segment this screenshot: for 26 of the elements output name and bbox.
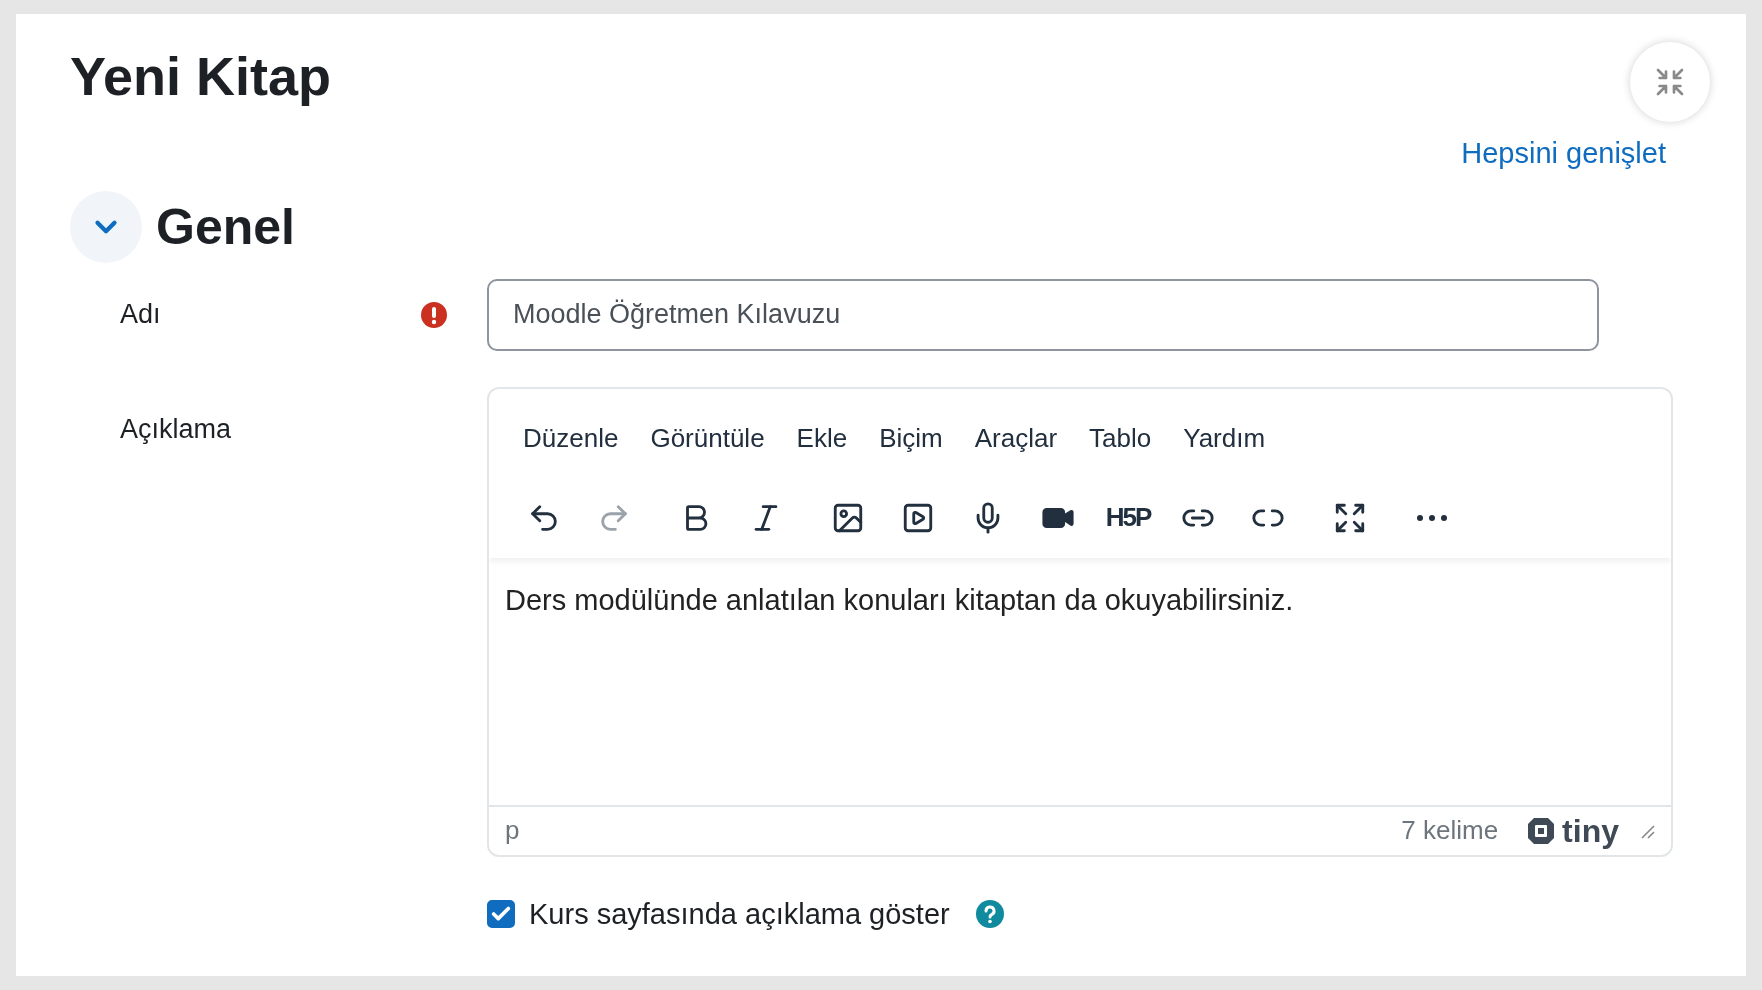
checkbox[interactable] <box>487 900 515 929</box>
tiny-logo-icon <box>1526 815 1557 846</box>
section-title: Genel <box>156 197 295 257</box>
element-path: p <box>505 814 520 847</box>
checkbox-label: Kurs sayfasında açıklama göster <box>529 896 950 932</box>
help-icon[interactable] <box>975 900 1004 929</box>
resize-handle-icon[interactable] <box>1639 822 1655 839</box>
menu-item[interactable]: Tablo <box>1077 414 1164 462</box>
editor-content: Ders modülünde anlatılan konuları kitaptan da okuyabilirsiniz. <box>505 582 1295 618</box>
menu-item[interactable]: Düzenle <box>511 414 631 462</box>
collapse-icon <box>1654 66 1686 98</box>
expand-all-link[interactable]: Hepsini genişlet <box>1461 132 1666 176</box>
menu-item[interactable]: Görüntüle <box>638 414 777 462</box>
menu-item[interactable]: Yardım <box>1171 414 1278 462</box>
h5p-button[interactable]: H5P <box>1099 491 1157 544</box>
collapse-button[interactable] <box>1630 42 1710 122</box>
word-count: 7 kelime <box>1401 814 1499 847</box>
brand-name: tiny <box>1562 811 1619 851</box>
more-icon <box>1417 514 1447 521</box>
page-title: Yeni Kitap <box>70 45 332 108</box>
field-label: Açıklama <box>120 413 232 444</box>
menu-item[interactable]: Ekle <box>784 414 860 462</box>
name-input[interactable]: Moodle Öğretmen Kılavuzu <box>487 278 1599 351</box>
menu-item[interactable]: Biçim <box>867 414 955 462</box>
field-label: Adı <box>120 298 161 332</box>
menu-item[interactable]: Araçlar <box>962 414 1070 462</box>
